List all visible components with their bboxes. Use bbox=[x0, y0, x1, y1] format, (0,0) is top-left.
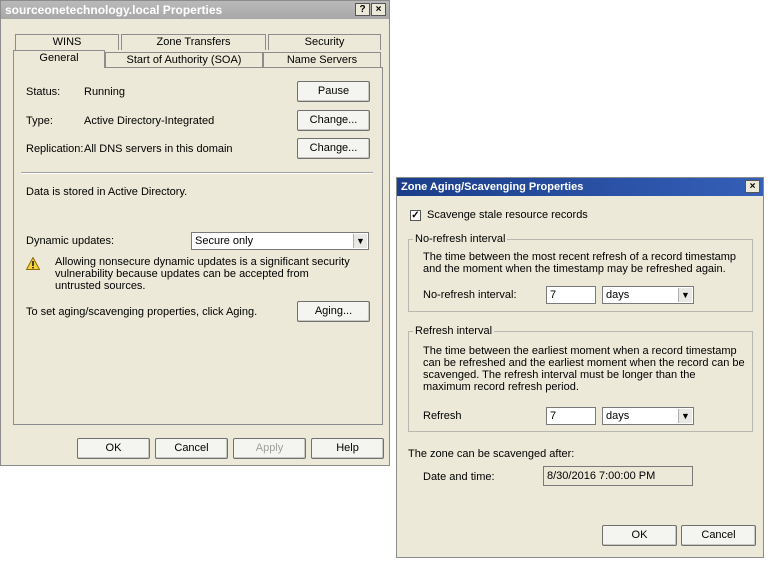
chevron-down-icon: ▼ bbox=[678, 409, 692, 423]
dynamic-updates-value: Secure only bbox=[195, 235, 254, 247]
close-title-button[interactable]: × bbox=[745, 180, 760, 193]
chevron-down-icon: ▼ bbox=[353, 234, 367, 248]
help-button[interactable]: Help bbox=[311, 438, 384, 459]
zone-properties-window: sourceonetechnology.local Properties ? ×… bbox=[0, 0, 390, 466]
close-icon: × bbox=[375, 4, 382, 15]
refresh-description: The time between the earliest moment whe… bbox=[423, 345, 745, 393]
pause-button[interactable]: Pause bbox=[297, 81, 370, 102]
norefresh-label: No-refresh interval: bbox=[423, 289, 517, 301]
cancel-button[interactable]: Cancel bbox=[155, 438, 228, 459]
tab-wins[interactable]: WINS bbox=[15, 34, 119, 50]
date-time-field: 8/30/2016 7:00:00 PM bbox=[543, 466, 693, 486]
cancel-button[interactable]: Cancel bbox=[681, 525, 756, 546]
security-warning-text: Allowing nonsecure dynamic updates is a … bbox=[55, 256, 350, 292]
aging-titlebar[interactable]: Zone Aging/Scavenging Properties bbox=[397, 178, 763, 196]
aging-title: Zone Aging/Scavenging Properties bbox=[401, 181, 584, 193]
tab-soa[interactable]: Start of Authority (SOA) bbox=[105, 52, 263, 68]
dynamic-updates-label: Dynamic updates: bbox=[26, 235, 115, 247]
tab-general[interactable]: General bbox=[13, 50, 105, 68]
refresh-input[interactable]: 7 bbox=[546, 407, 596, 425]
tab-security[interactable]: Security bbox=[268, 34, 381, 50]
status-label: Status: bbox=[26, 86, 61, 98]
replication-label: Replication: bbox=[26, 143, 84, 155]
norefresh-unit-select[interactable]: days ▼ bbox=[602, 286, 694, 304]
tab-name-servers[interactable]: Name Servers bbox=[263, 52, 381, 68]
warning-icon bbox=[26, 257, 40, 270]
help-title-button[interactable]: ? bbox=[355, 3, 370, 16]
divider bbox=[21, 172, 373, 174]
refresh-group-title: Refresh interval bbox=[413, 325, 495, 337]
close-icon: × bbox=[749, 181, 756, 192]
date-time-label: Date and time: bbox=[423, 471, 495, 483]
storage-text: Data is stored in Active Directory. bbox=[26, 186, 188, 198]
type-label: Type: bbox=[26, 115, 53, 127]
change-type-button[interactable]: Change... bbox=[297, 110, 370, 131]
norefresh-group-title: No-refresh interval bbox=[413, 233, 508, 245]
refresh-unit-select[interactable]: days ▼ bbox=[602, 407, 694, 425]
close-title-button[interactable]: × bbox=[371, 3, 386, 16]
scavenge-label[interactable]: Scavenge stale resource records bbox=[427, 209, 588, 221]
replication-value: All DNS servers in this domain bbox=[84, 143, 233, 155]
ok-button[interactable]: OK bbox=[602, 525, 677, 546]
aging-button[interactable]: Aging... bbox=[297, 301, 370, 322]
norefresh-description: The time between the most recent refresh… bbox=[423, 251, 737, 275]
status-value: Running bbox=[84, 86, 125, 98]
props-title: sourceonetechnology.local Properties bbox=[5, 3, 223, 17]
scavenged-after-label: The zone can be scavenged after: bbox=[408, 448, 575, 460]
chevron-down-icon: ▼ bbox=[678, 288, 692, 302]
change-replication-button[interactable]: Change... bbox=[297, 138, 370, 159]
dynamic-updates-select[interactable]: Secure only ▼ bbox=[191, 232, 369, 250]
norefresh-input[interactable]: 7 bbox=[546, 286, 596, 304]
scavenge-checkbox[interactable]: ✓ bbox=[410, 210, 421, 221]
refresh-label: Refresh bbox=[423, 410, 462, 422]
apply-button[interactable]: Apply bbox=[233, 438, 306, 459]
tab-zone-transfers[interactable]: Zone Transfers bbox=[121, 34, 266, 50]
question-icon: ? bbox=[359, 4, 366, 15]
type-value: Active Directory-Integrated bbox=[84, 115, 215, 127]
props-titlebar[interactable]: sourceonetechnology.local Properties bbox=[1, 1, 389, 19]
aging-instructions: To set aging/scavenging properties, clic… bbox=[26, 306, 258, 318]
zone-aging-dialog: Zone Aging/Scavenging Properties × ✓ Sca… bbox=[396, 177, 764, 558]
ok-button[interactable]: OK bbox=[77, 438, 150, 459]
